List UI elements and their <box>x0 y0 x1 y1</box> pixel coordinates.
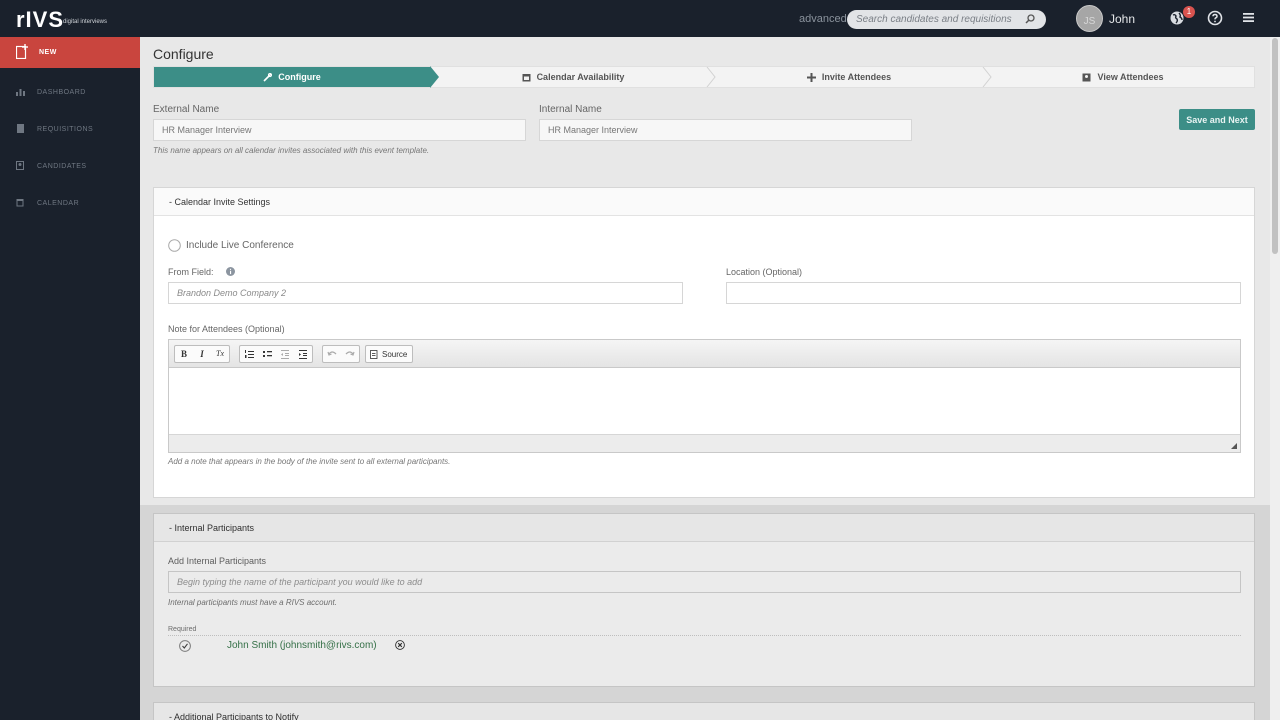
numbered-list-icon[interactable] <box>240 346 258 362</box>
editor-content-area[interactable] <box>169 368 1240 434</box>
redo-icon[interactable] <box>341 346 359 362</box>
required-check-icon[interactable] <box>179 640 191 652</box>
list-button-group <box>239 345 313 363</box>
wizard-step-configure[interactable]: Configure <box>154 67 430 87</box>
avatar[interactable]: JS <box>1076 5 1103 32</box>
required-column-label: Required <box>168 626 197 633</box>
info-icon[interactable] <box>226 267 235 276</box>
external-name-field[interactable]: HR Manager Interview <box>153 119 526 141</box>
advanced-search-link[interactable]: advanced <box>799 13 847 25</box>
wizard-step-invite-attendees[interactable]: Invite Attendees <box>716 67 982 87</box>
calendar-icon <box>522 73 531 81</box>
notification-badge: 1 <box>1183 6 1195 18</box>
location-input[interactable] <box>726 282 1241 304</box>
sidebar-item-new[interactable]: NEW <box>0 37 140 68</box>
help-icon[interactable] <box>1207 10 1223 26</box>
wizard-step-label: Configure <box>278 72 321 82</box>
wizard-separator <box>706 67 716 87</box>
sidebar-item-calendar[interactable]: CALENDAR <box>0 193 140 215</box>
new-document-icon <box>16 44 28 59</box>
internal-name-field[interactable]: HR Manager Interview <box>539 119 912 141</box>
add-participants-label: Add Internal Participants <box>168 556 267 566</box>
note-label: Note for Attendees (Optional) <box>168 324 285 334</box>
sidebar-item-label: DASHBOARD <box>37 89 86 96</box>
person-icon <box>1082 73 1091 81</box>
plus-icon <box>806 72 816 82</box>
wrench-icon <box>263 72 273 82</box>
participant-name[interactable]: John Smith (johnsmith@rivs.com) <box>227 640 377 651</box>
live-conference-radio[interactable] <box>168 239 181 252</box>
panel-header[interactable]: - Internal Participants <box>154 514 1254 542</box>
save-and-next-button[interactable]: Save and Next <box>1179 109 1255 130</box>
sidebar-item-requisitions[interactable]: REQUISITIONS <box>0 119 140 141</box>
live-conference-label[interactable]: Include Live Conference <box>186 240 294 251</box>
global-search[interactable] <box>847 10 1046 29</box>
sidebar-item-label: NEW <box>39 49 57 56</box>
from-field-input[interactable]: Brandon Demo Company 2 <box>168 282 683 304</box>
from-field-label: From Field: <box>168 267 214 277</box>
sidebar-item-candidates[interactable]: CANDIDATES <box>0 156 140 178</box>
indent-icon[interactable] <box>294 346 312 362</box>
bar-chart-icon <box>16 89 25 96</box>
editor-toolbar: B I Tx Source <box>169 340 1240 368</box>
source-button[interactable]: Source <box>365 345 413 363</box>
wizard-separator <box>982 67 992 87</box>
source-icon <box>370 349 378 359</box>
panel-header[interactable]: - Additional Participants to Notify <box>154 703 1254 720</box>
bold-button[interactable]: B <box>175 346 193 362</box>
source-label: Source <box>382 349 408 359</box>
add-participant-input[interactable]: Begin typing the name of the participant… <box>168 571 1241 593</box>
username[interactable]: John <box>1109 12 1135 26</box>
location-label: Location (Optional) <box>726 267 803 277</box>
search-input[interactable] <box>856 12 1026 26</box>
internal-name-label: Internal Name <box>539 104 602 115</box>
sidebar-item-label: REQUISITIONS <box>37 126 94 133</box>
note-hint: Add a note that appears in the body of t… <box>168 457 451 466</box>
external-name-label: External Name <box>153 104 220 115</box>
wizard-step-label: View Attendees <box>1097 72 1164 82</box>
wizard-arrow <box>430 66 439 88</box>
panel-header[interactable]: - Calendar Invite Settings <box>154 188 1254 216</box>
scrollbar-thumb[interactable] <box>1272 38 1278 254</box>
outdent-icon[interactable] <box>276 346 294 362</box>
external-name-hint: This name appears on all calendar invite… <box>153 146 430 155</box>
wizard-step-label: Invite Attendees <box>821 72 892 82</box>
history-button-group <box>322 345 360 363</box>
page-title: Configure <box>153 46 214 62</box>
wizard-steps: Configure Calendar Availability Invite A… <box>153 66 1255 88</box>
top-bar: rIVS digital interviews advanced JS John… <box>0 0 1280 37</box>
additional-participants-panel: - Additional Participants to Notify <box>153 702 1255 720</box>
editor-footer <box>169 434 1240 452</box>
participants-divider <box>168 635 1241 636</box>
sidebar: NEW DASHBOARD REQUISITIONS CANDIDATES CA… <box>0 37 140 720</box>
wizard-step-label: Calendar Availability <box>536 72 625 82</box>
remove-participant-icon[interactable] <box>395 640 405 650</box>
undo-icon[interactable] <box>323 346 341 362</box>
sidebar-item-label: CANDIDATES <box>37 163 87 170</box>
remove-format-button[interactable]: Tx <box>211 346 229 362</box>
person-card-icon <box>16 161 24 170</box>
format-button-group: B I Tx <box>174 345 230 363</box>
search-icon[interactable] <box>1024 13 1036 25</box>
hamburger-menu-icon[interactable] <box>1243 12 1254 23</box>
resize-handle-icon[interactable] <box>1231 443 1237 449</box>
logo-subtext: digital interviews <box>63 19 108 25</box>
sidebar-item-dashboard[interactable]: DASHBOARD <box>0 82 140 104</box>
sidebar-item-label: CALENDAR <box>37 200 80 207</box>
note-editor: B I Tx Source <box>168 339 1241 453</box>
participants-hint: Internal participants must have a RIVS a… <box>168 598 337 607</box>
wizard-step-view-attendees[interactable]: View Attendees <box>992 67 1254 87</box>
logo-text: rIVS <box>16 7 65 32</box>
bulleted-list-icon[interactable] <box>258 346 276 362</box>
rivs-logo[interactable]: rIVS digital interviews <box>16 7 107 33</box>
calendar-icon <box>16 199 24 207</box>
document-icon <box>17 124 24 133</box>
italic-button[interactable]: I <box>193 346 211 362</box>
wizard-step-calendar-availability[interactable]: Calendar Availability <box>440 67 706 87</box>
